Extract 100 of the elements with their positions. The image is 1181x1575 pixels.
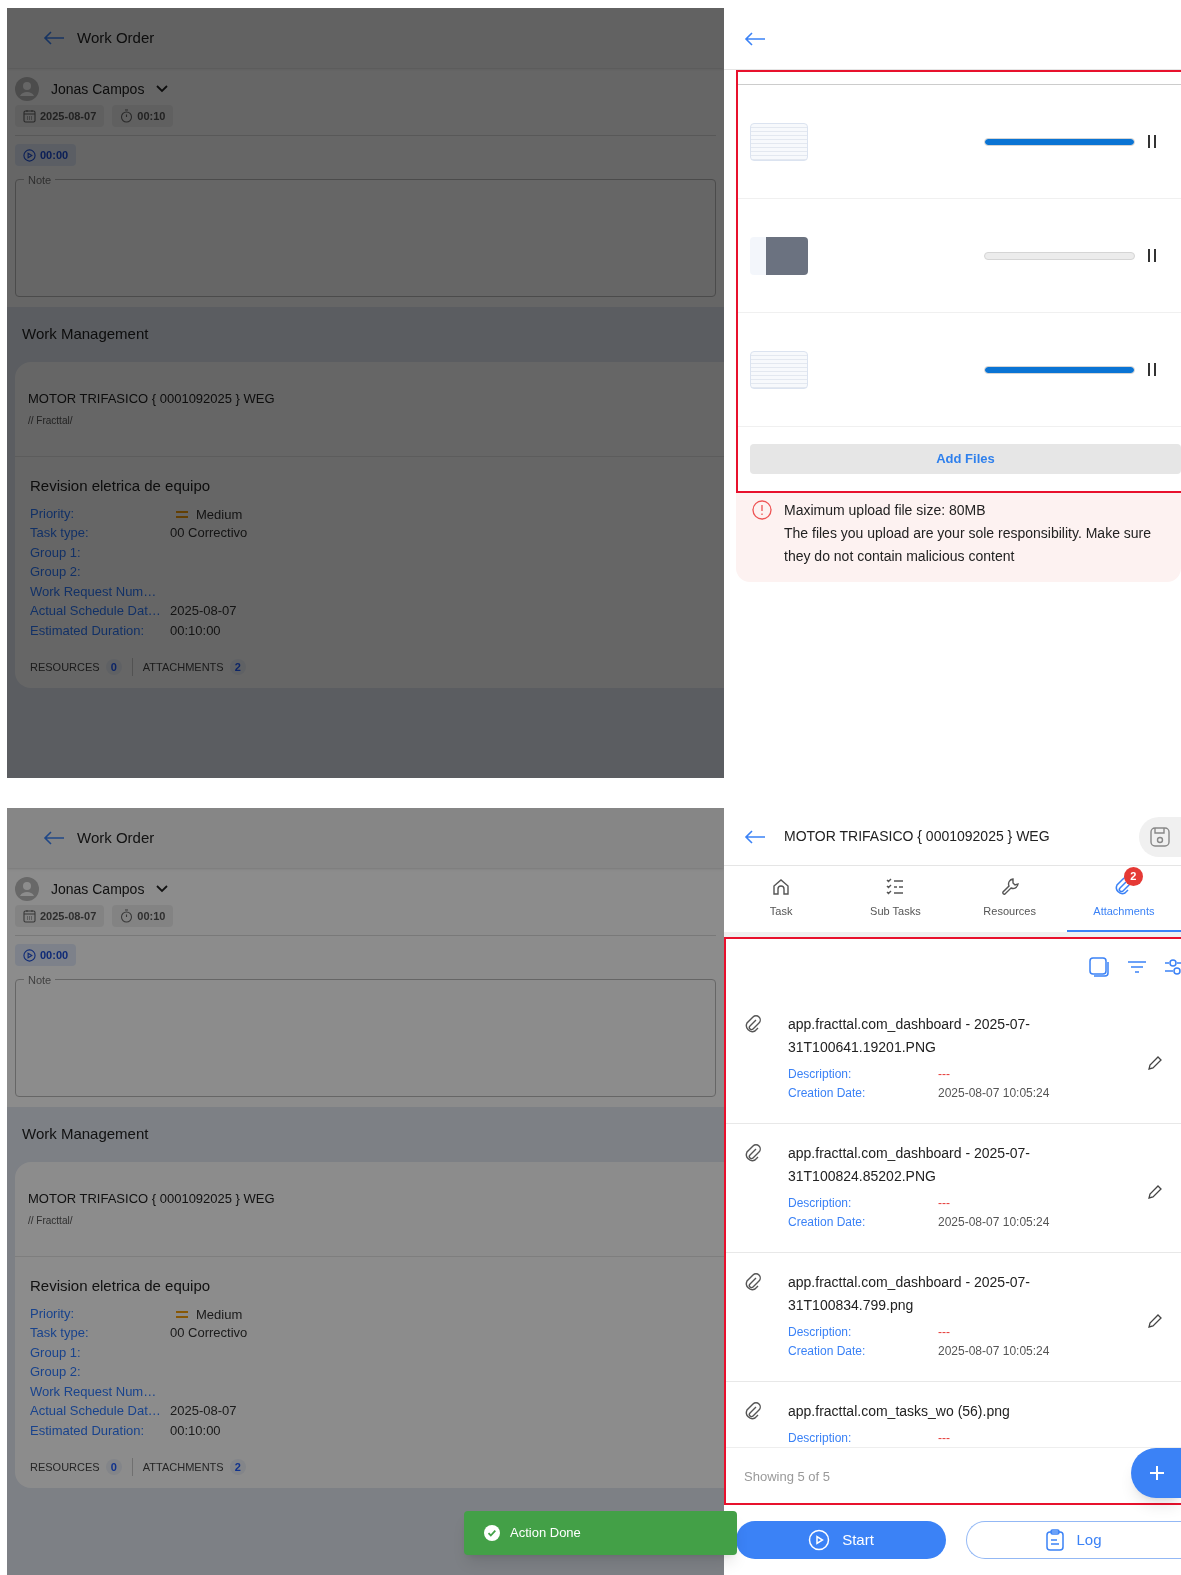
duration-chip: 00:10 (112, 905, 174, 927)
tab-label: Resources (983, 903, 1036, 919)
counter-label: ATTACHMENTS (142, 1459, 224, 1475)
notice-text: The files you upload are your sole responsibility. Make sure they do not contain malicious content (784, 524, 1153, 566)
field-value: 2025-08-07 (170, 1402, 237, 1420)
asset-name: MOTOR TRIFASICO { 0001092025 } WEG (28, 389, 276, 408)
field-label: Actual Schedule Dat… (30, 602, 162, 620)
date-chip: 2025-08-07 (15, 105, 105, 127)
back-arrow-icon[interactable] (744, 30, 766, 47)
file-name[interactable]: app.fracttal.com_dashboard - 2025-07-31T100824.85202.PNG (788, 1142, 1078, 1188)
description-value: --- (938, 1195, 950, 1212)
pencil-icon[interactable] (1147, 1184, 1163, 1200)
duration-chip: 00:10 (112, 105, 174, 127)
pause-icon[interactable] (1147, 363, 1157, 376)
back-arrow-icon[interactable] (43, 830, 65, 846)
add-files-button[interactable]: Add Files (750, 444, 1181, 474)
field-value: 2025-08-07 (170, 602, 237, 620)
screenshot-thumbnail (750, 236, 808, 275)
field-label: Priority: (30, 1304, 76, 1323)
tab[interactable]: Sub Tasks (838, 866, 953, 932)
paperclip-icon (744, 1144, 764, 1164)
creation-date-label: Creation Date: (788, 1085, 867, 1102)
field-value: Medium (196, 1306, 243, 1324)
tab[interactable]: Resources (952, 866, 1067, 932)
field-label: Work Request Num… (30, 1382, 158, 1401)
description-label: Description: (788, 1195, 853, 1212)
stopwatch-icon (120, 109, 134, 123)
field-value: 00:10:00 (170, 621, 221, 640)
creation-date-value: 2025-08-07 10:05:24 (938, 1343, 1050, 1360)
counter-label: ATTACHMENTS (142, 659, 224, 675)
chevron-down-icon[interactable] (156, 85, 169, 93)
filter-icon[interactable] (1127, 960, 1147, 974)
counter-badge: 2 (229, 658, 246, 676)
checklist-icon (885, 876, 906, 897)
tab-label: Sub Tasks (870, 903, 921, 919)
copy-icon[interactable] (1089, 957, 1109, 977)
back-arrow-icon[interactable] (744, 828, 766, 845)
field-label: Estimated Duration: (30, 621, 146, 640)
file-name[interactable]: app.fracttal.com_dashboard - 2025-07-31T100834.799.png (788, 1271, 1078, 1317)
tab[interactable]: Task (724, 866, 839, 932)
field-value: 00 Correctivo (170, 1324, 248, 1342)
user-name: Jonas Campos (51, 879, 145, 899)
save-button[interactable] (1139, 816, 1181, 857)
screenshot-thumbnail (750, 350, 808, 389)
pencil-icon[interactable] (1147, 1313, 1163, 1329)
creation-date-label: Creation Date: (788, 1343, 867, 1360)
field-label: Priority: (30, 504, 76, 523)
description-label: Description: (788, 1430, 853, 1447)
panel-title: MOTOR TRIFASICO { 0001092025 } WEG (784, 827, 1051, 846)
pause-icon[interactable] (1147, 249, 1157, 262)
wrench-icon (999, 876, 1020, 897)
count-badge: 2 (1123, 866, 1143, 886)
avatar-icon (15, 877, 39, 901)
play-circle-icon (23, 948, 36, 962)
back-arrow-icon[interactable] (43, 30, 65, 46)
chevron-down-icon[interactable] (156, 885, 169, 893)
file-name[interactable]: app.fracttal.com_tasks_wo (56).png (788, 1400, 1078, 1423)
field-value: 00:10:00 (170, 1421, 221, 1440)
section-title: Work Management (21, 323, 150, 343)
field-label: Actual Schedule Dat… (30, 1402, 162, 1420)
tab-label: Attachments (1093, 903, 1155, 919)
field-label: Estimated Duration: (30, 1421, 146, 1440)
page-title: Work Order (77, 827, 155, 848)
creation-date-value: 2025-08-07 10:05:24 (938, 1214, 1050, 1231)
play-circle-icon (808, 1529, 831, 1551)
pencil-icon[interactable] (1147, 1055, 1163, 1071)
paperclip-icon (744, 1273, 764, 1293)
add-button[interactable] (1131, 1448, 1181, 1498)
field-value: 00 Correctivo (170, 524, 248, 542)
notice-title: Maximum upload file size: 80MB (784, 501, 987, 520)
field-label: Group 1: (30, 1343, 82, 1362)
asset-path: // Fracttal/ (28, 414, 74, 428)
start-button[interactable]: Start (736, 1521, 946, 1559)
counter-label: RESOURCES (30, 1459, 100, 1475)
task-title: Revision eletrica de equipo (30, 476, 212, 496)
pause-icon[interactable] (1147, 135, 1157, 148)
field-label: Group 2: (30, 1363, 82, 1381)
check-circle-icon (484, 1525, 500, 1541)
counter-badge: 0 (105, 1458, 122, 1476)
house-icon (771, 876, 792, 897)
timer-chip[interactable]: 00:00 (15, 144, 77, 166)
creation-date-value: 2025-08-07 10:05:24 (938, 1085, 1050, 1102)
description-value: --- (938, 1324, 950, 1341)
description-value: --- (938, 1066, 950, 1083)
task-title: Revision eletrica de equipo (30, 1276, 212, 1296)
sliders-icon[interactable] (1165, 957, 1181, 977)
results-count: Showing 5 of 5 (743, 1468, 830, 1487)
asset-name: MOTOR TRIFASICO { 0001092025 } WEG (28, 1189, 276, 1208)
asset-path: // Fracttal/ (28, 1214, 74, 1228)
page-title: Work Order (77, 27, 155, 48)
file-name[interactable]: app.fracttal.com_dashboard - 2025-07-31T100641.19201.PNG (788, 1013, 1078, 1059)
counter-label: RESOURCES (30, 659, 100, 675)
timer-chip[interactable]: 00:00 (15, 944, 77, 966)
avatar-icon (15, 77, 39, 101)
play-circle-icon (23, 148, 36, 162)
field-label: Group 1: (30, 543, 82, 562)
calendar-icon (23, 909, 36, 923)
description-label: Description: (788, 1066, 853, 1083)
field-label: Work Request Num… (30, 582, 158, 601)
counter-badge: 2 (229, 1458, 246, 1476)
